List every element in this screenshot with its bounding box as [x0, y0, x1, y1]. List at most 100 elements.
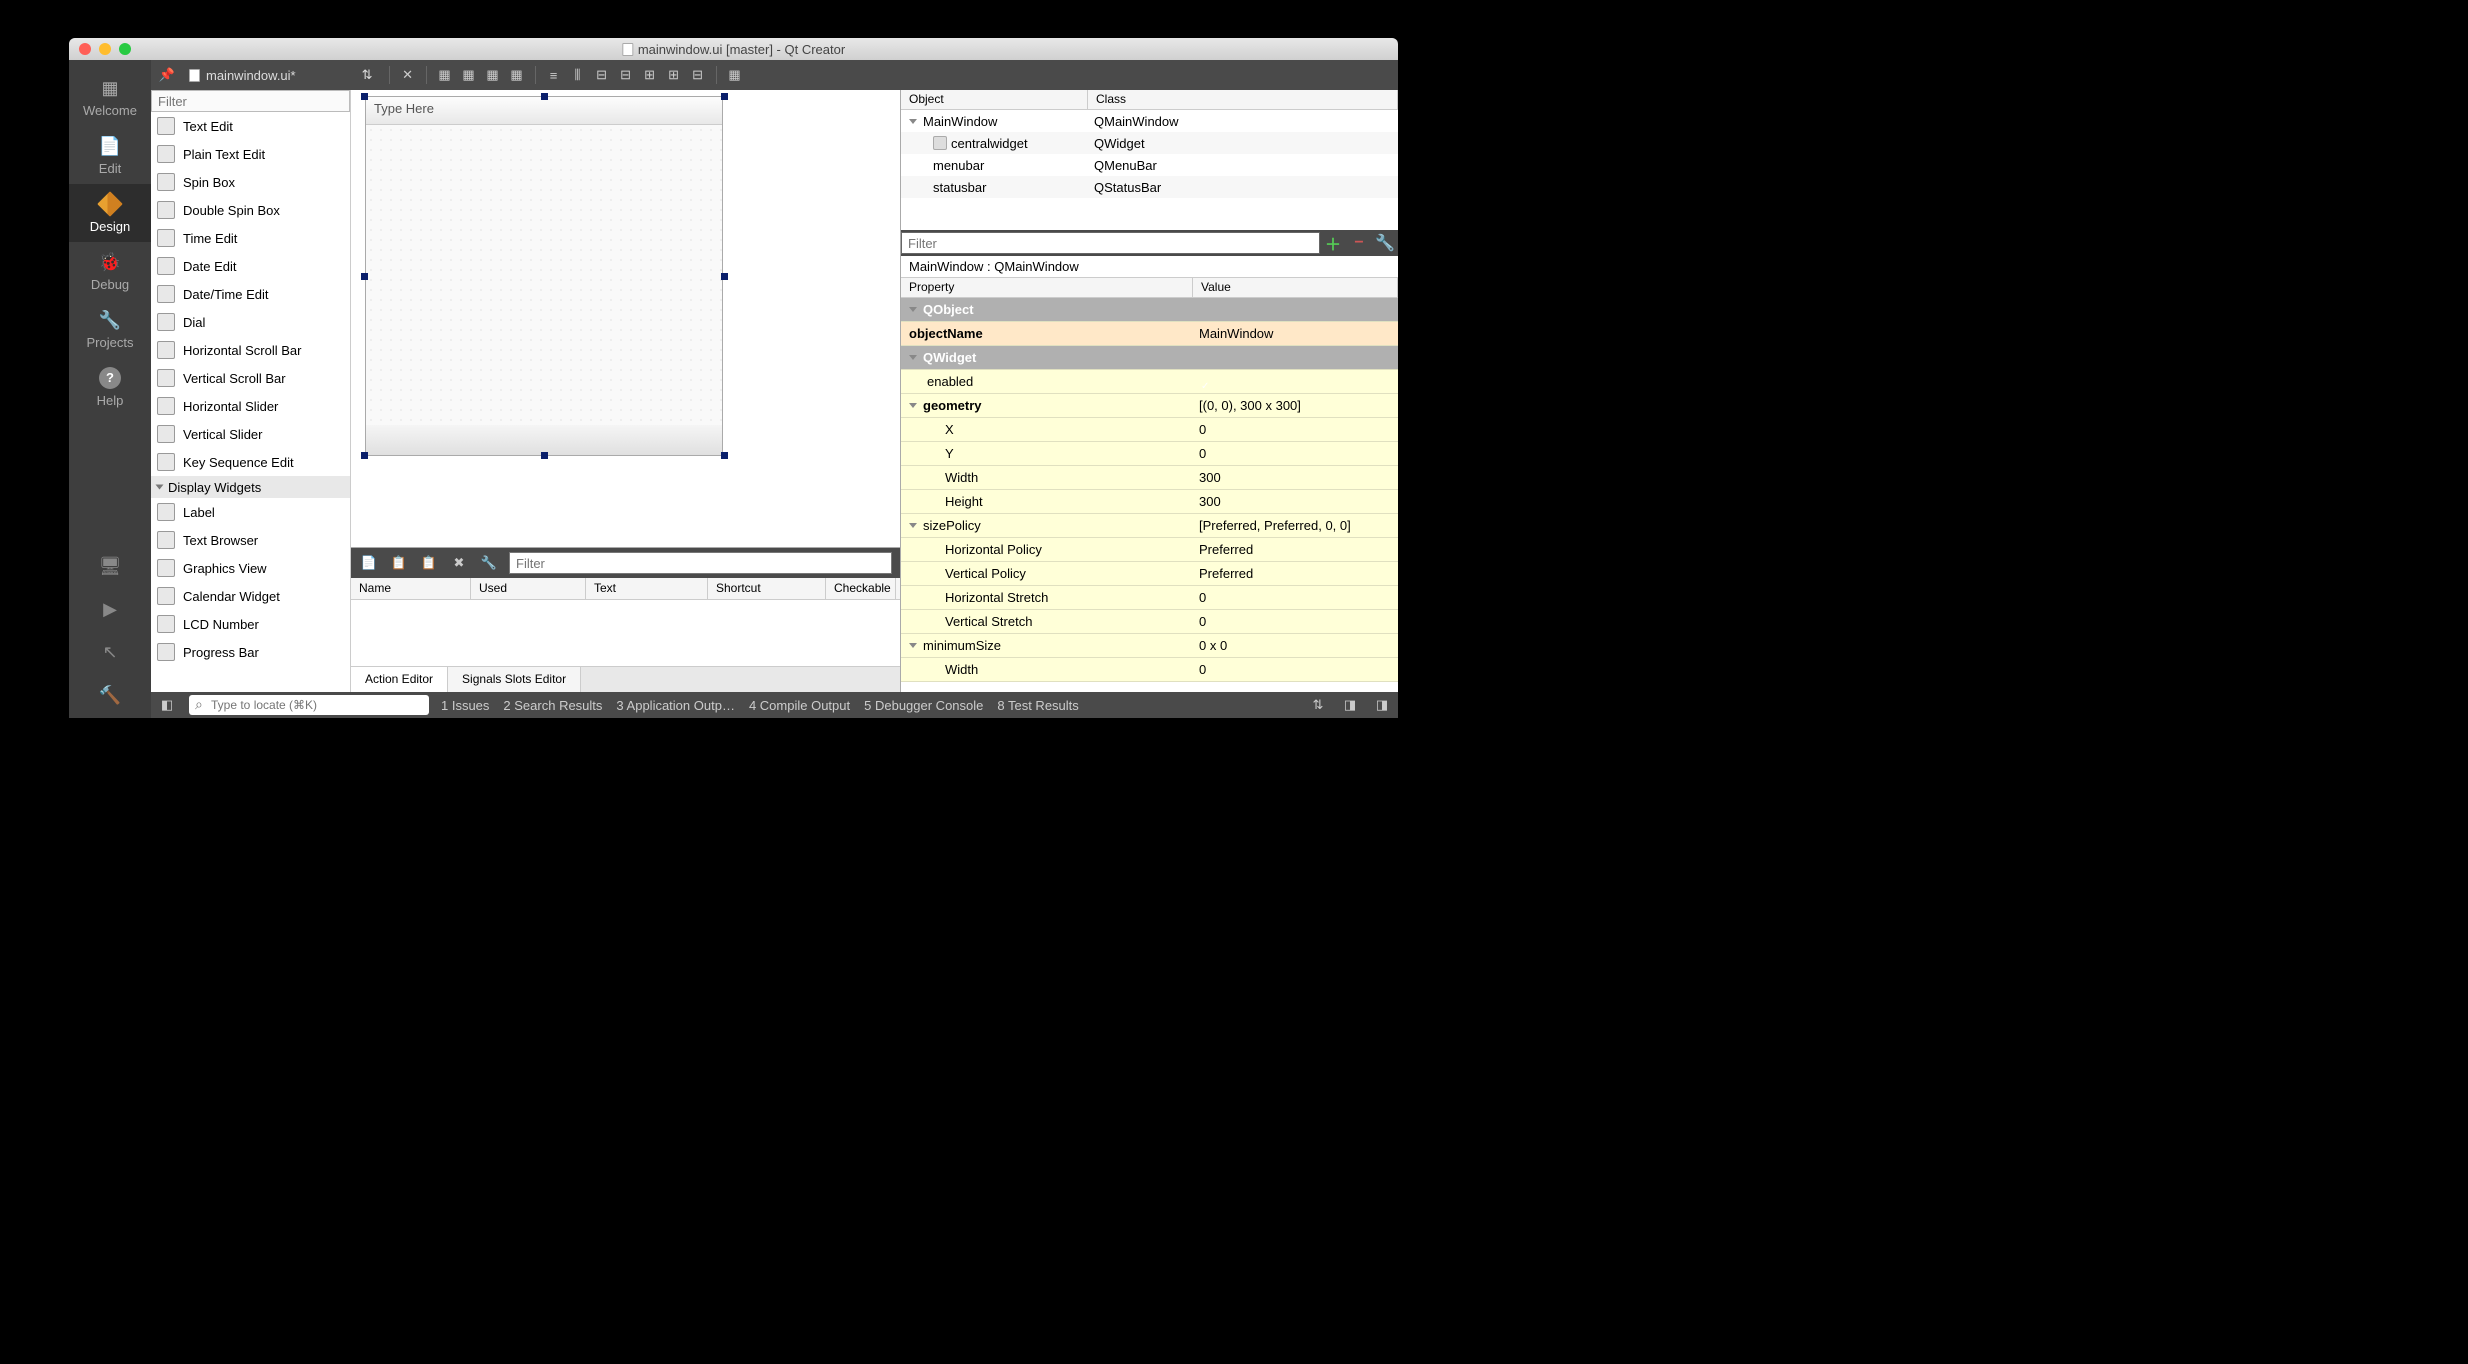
- property-row[interactable]: Width0: [901, 658, 1398, 682]
- tab-signals-slots-editor[interactable]: Signals Slots Editor: [448, 667, 581, 692]
- property-filter-input[interactable]: [901, 232, 1320, 254]
- action-col[interactable]: Name: [351, 578, 471, 599]
- widget-item[interactable]: Spin Box: [151, 168, 350, 196]
- widget-item[interactable]: Date Edit: [151, 252, 350, 280]
- property-value[interactable]: 0 x 0: [1193, 638, 1398, 653]
- layout-form-icon[interactable]: ⊞: [664, 65, 684, 85]
- property-row[interactable]: Width300: [901, 466, 1398, 490]
- widget-item[interactable]: Text Edit: [151, 112, 350, 140]
- resize-handle[interactable]: [721, 452, 728, 459]
- mode-welcome[interactable]: ▦Welcome: [69, 68, 151, 126]
- layout-hs-icon[interactable]: ⊟: [592, 65, 612, 85]
- widget-item[interactable]: Label: [151, 498, 350, 526]
- property-value[interactable]: 0: [1193, 590, 1398, 605]
- output-tab[interactable]: 3 Application Outp…: [616, 698, 735, 713]
- property-row[interactable]: minimumSize0 x 0: [901, 634, 1398, 658]
- property-row[interactable]: sizePolicy[Preferred, Preferred, 0, 0]: [901, 514, 1398, 538]
- widget-item[interactable]: Key Sequence Edit: [151, 448, 350, 476]
- config-action-icon[interactable]: 🔧: [479, 553, 499, 573]
- adjust-size-icon[interactable]: ▦: [725, 65, 745, 85]
- widget-item[interactable]: Double Spin Box: [151, 196, 350, 224]
- form-statusbar[interactable]: [366, 425, 722, 455]
- property-row[interactable]: objectNameMainWindow: [901, 322, 1398, 346]
- edit-buddies-icon[interactable]: ▦: [483, 65, 503, 85]
- widget-item[interactable]: Text Browser: [151, 526, 350, 554]
- widget-item[interactable]: Horizontal Scroll Bar: [151, 336, 350, 364]
- mode-edit[interactable]: 📄Edit: [69, 126, 151, 184]
- property-row[interactable]: Vertical Stretch0: [901, 610, 1398, 634]
- property-value[interactable]: MainWindow: [1193, 326, 1398, 341]
- object-row[interactable]: statusbarQStatusBar: [901, 176, 1398, 198]
- resize-handle[interactable]: [361, 452, 368, 459]
- property-value[interactable]: 0: [1193, 422, 1398, 437]
- widget-item[interactable]: Vertical Slider: [151, 420, 350, 448]
- property-editor[interactable]: QObjectobjectNameMainWindowQWidgetenable…: [901, 298, 1398, 692]
- property-row[interactable]: Horizontal Stretch0: [901, 586, 1398, 610]
- open-file-selector[interactable]: mainwindow.ui* ⇅: [181, 67, 381, 83]
- kit-hammer[interactable]: 🔨: [69, 675, 151, 718]
- property-row[interactable]: Horizontal PolicyPreferred: [901, 538, 1398, 562]
- config-property-icon[interactable]: 🔧: [1372, 230, 1398, 256]
- pin-icon[interactable]: 📌: [157, 65, 177, 85]
- toggle-bottom-icon[interactable]: ◨: [1372, 695, 1392, 715]
- output-tab[interactable]: 2 Search Results: [503, 698, 602, 713]
- widget-item[interactable]: Dial: [151, 308, 350, 336]
- mode-debug[interactable]: 🐞Debug: [69, 242, 151, 300]
- property-value[interactable]: Preferred: [1193, 542, 1398, 557]
- action-col[interactable]: Used: [471, 578, 586, 599]
- chevron-updown-icon[interactable]: ⇅: [1308, 695, 1328, 715]
- close-icon[interactable]: [79, 43, 91, 55]
- property-value[interactable]: 300: [1193, 470, 1398, 485]
- widget-item[interactable]: Time Edit: [151, 224, 350, 252]
- widget-item[interactable]: LCD Number: [151, 610, 350, 638]
- paste-action-icon[interactable]: 📋: [419, 553, 439, 573]
- resize-handle[interactable]: [361, 273, 368, 280]
- widget-filter-input[interactable]: [151, 90, 350, 112]
- object-row[interactable]: MainWindowQMainWindow: [901, 110, 1398, 132]
- main-window-form[interactable]: Type Here: [365, 96, 723, 456]
- property-row[interactable]: QWidget: [901, 346, 1398, 370]
- property-value[interactable]: [Preferred, Preferred, 0, 0]: [1193, 518, 1398, 533]
- object-inspector[interactable]: MainWindowQMainWindowcentralwidgetQWidge…: [901, 110, 1398, 230]
- object-row[interactable]: centralwidgetQWidget: [901, 132, 1398, 154]
- mode-design[interactable]: Design: [69, 184, 151, 242]
- widget-item[interactable]: Calendar Widget: [151, 582, 350, 610]
- layout-v-icon[interactable]: ⫼: [568, 65, 588, 85]
- remove-property-icon[interactable]: −: [1346, 230, 1372, 256]
- resize-handle[interactable]: [721, 273, 728, 280]
- widget-item[interactable]: Plain Text Edit: [151, 140, 350, 168]
- minimize-icon[interactable]: [99, 43, 111, 55]
- action-table-body[interactable]: [351, 600, 900, 666]
- new-action-icon[interactable]: 📄: [359, 553, 379, 573]
- action-col[interactable]: Checkable: [826, 578, 896, 599]
- object-row[interactable]: menubarQMenuBar: [901, 154, 1398, 176]
- kit-cursor[interactable]: ↖: [69, 632, 151, 675]
- widget-item[interactable]: Progress Bar: [151, 638, 350, 666]
- zoom-icon[interactable]: [119, 43, 131, 55]
- property-row[interactable]: QObject: [901, 298, 1398, 322]
- break-layout-icon[interactable]: ⊟: [688, 65, 708, 85]
- resize-handle[interactable]: [721, 93, 728, 100]
- copy-action-icon[interactable]: 📋: [389, 553, 409, 573]
- resize-handle[interactable]: [541, 452, 548, 459]
- edit-widgets-icon[interactable]: ▦: [435, 65, 455, 85]
- tab-action-editor[interactable]: Action Editor: [351, 667, 448, 692]
- property-value[interactable]: 0: [1193, 614, 1398, 629]
- action-col[interactable]: Text: [586, 578, 708, 599]
- mode-help[interactable]: ?Help: [69, 358, 151, 416]
- close-file-icon[interactable]: ✕: [398, 65, 418, 85]
- add-property-icon[interactable]: ＋: [1320, 230, 1346, 256]
- output-tab[interactable]: 4 Compile Output: [749, 698, 850, 713]
- col-object[interactable]: Object: [901, 90, 1088, 109]
- property-value[interactable]: 0: [1193, 662, 1398, 677]
- toggle-left-icon[interactable]: ◧: [157, 695, 177, 715]
- form-menubar[interactable]: Type Here: [366, 97, 722, 125]
- delete-action-icon[interactable]: ✖: [449, 553, 469, 573]
- widget-item[interactable]: Graphics View: [151, 554, 350, 582]
- output-tab[interactable]: 8 Test Results: [997, 698, 1078, 713]
- action-col[interactable]: Shortcut: [708, 578, 826, 599]
- property-row[interactable]: Height300: [901, 490, 1398, 514]
- mode-projects[interactable]: 🔧Projects: [69, 300, 151, 358]
- col-class[interactable]: Class: [1088, 90, 1398, 109]
- widget-item[interactable]: Horizontal Slider: [151, 392, 350, 420]
